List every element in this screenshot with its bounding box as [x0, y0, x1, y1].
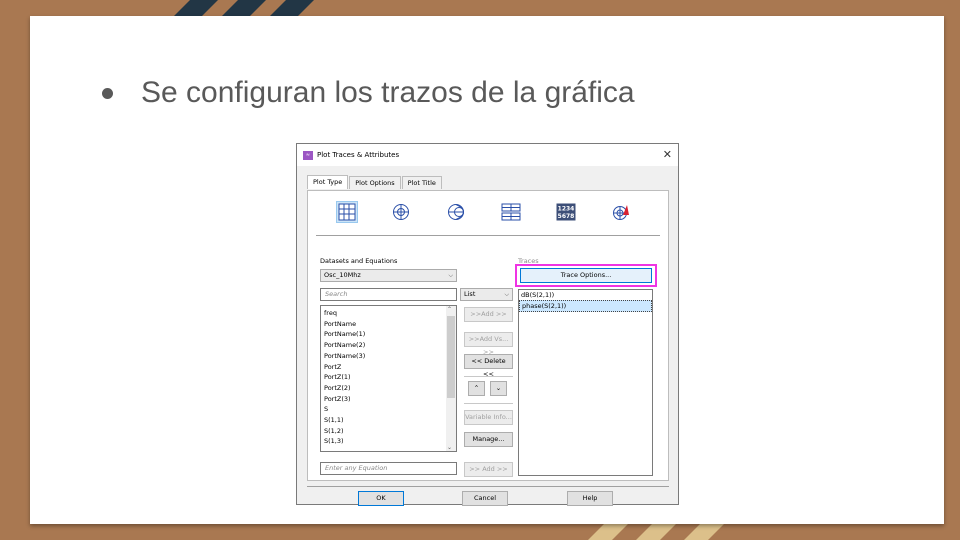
- add-vs-button[interactable]: >>Add Vs... >>: [464, 332, 513, 356]
- manage-button[interactable]: Manage...: [464, 432, 513, 447]
- delete-button[interactable]: << Delete <<: [464, 354, 513, 378]
- list-item[interactable]: PortZ: [321, 362, 456, 373]
- scroll-up-icon[interactable]: ⌃: [447, 306, 452, 313]
- button-divider: [464, 403, 513, 404]
- decor-stripe: [588, 524, 628, 540]
- footer-divider: [307, 486, 669, 487]
- bullet-dot: [102, 87, 113, 99]
- variables-list[interactable]: freq PortName PortName(1) PortName(2) Po…: [320, 305, 457, 452]
- datasets-label: Datasets and Equations: [320, 257, 398, 265]
- add-equation-button[interactable]: >> Add >>: [464, 462, 513, 477]
- list-item[interactable]: S(1,1): [321, 415, 456, 426]
- svg-text:1234: 1234: [558, 206, 575, 213]
- dialog-title: Plot Traces & Attributes: [317, 151, 400, 159]
- search-input[interactable]: Search: [320, 288, 457, 301]
- chevron-down-icon: ⌵: [448, 272, 453, 279]
- help-button[interactable]: Help: [567, 491, 613, 506]
- tab-plot-type[interactable]: Plot Type: [307, 175, 349, 189]
- cancel-button[interactable]: Cancel: [462, 491, 508, 506]
- close-icon[interactable]: ✕: [663, 148, 672, 161]
- dataset-select-value: Osc_10Mhz: [324, 271, 361, 279]
- button-divider: [464, 376, 513, 377]
- smith-chart-icon[interactable]: [445, 201, 467, 223]
- decor-stripe: [222, 0, 266, 16]
- list-item[interactable]: PortName(2): [321, 340, 456, 351]
- equation-input[interactable]: Enter any Equation: [320, 462, 457, 475]
- ok-button[interactable]: OK: [358, 491, 404, 506]
- traces-list[interactable]: dB(S(2,1)) phase(S(2,1)): [518, 289, 653, 476]
- decor-stripe: [684, 524, 724, 540]
- scroll-thumb[interactable]: [447, 316, 455, 398]
- plot-type-panel: 1234 5678 Datasets and Equations Osc_10Mh…: [307, 190, 669, 481]
- list-item[interactable]: PortZ(3): [321, 394, 456, 405]
- move-down-button[interactable]: ⌄: [490, 381, 507, 396]
- plot-type-icons: 1234 5678: [308, 201, 668, 229]
- slide: Se configuran los trazos de la gráfica ≈…: [30, 16, 944, 524]
- plot-traces-dialog: ≈ Plot Traces & Attributes ✕ Plot Type P…: [296, 143, 679, 506]
- list-item[interactable]: PortName: [321, 319, 456, 330]
- stacked-rectangular-icon[interactable]: [500, 201, 522, 223]
- list-item[interactable]: S(1,2): [321, 426, 456, 437]
- chevron-down-icon: ⌵: [504, 291, 509, 298]
- panel-divider: [316, 235, 660, 236]
- tab-bar: Plot Type Plot Options Plot Title: [307, 175, 443, 189]
- tab-plot-options[interactable]: Plot Options: [349, 176, 401, 189]
- list-item[interactable]: S: [321, 404, 456, 415]
- trace-options-highlight: [515, 264, 657, 287]
- trace-item[interactable]: dB(S(2,1)): [519, 290, 652, 300]
- trace-item-selected[interactable]: phase(S(2,1)): [519, 300, 652, 312]
- decor-stripe: [636, 524, 676, 540]
- list-item[interactable]: PortName(3): [321, 351, 456, 362]
- add-button[interactable]: >>Add >>: [464, 307, 513, 322]
- polar-plot-icon[interactable]: [390, 201, 412, 223]
- list-item[interactable]: PortName(1): [321, 329, 456, 340]
- list-item[interactable]: S(1,3): [321, 436, 456, 447]
- list-table-icon[interactable]: 1234 5678: [555, 201, 577, 223]
- chevron-down-icon: ⌄: [495, 384, 502, 392]
- chevron-up-icon: ⌃: [473, 384, 480, 392]
- variables-scrollbar[interactable]: ⌃ ⌄: [446, 306, 456, 451]
- bullet-line: Se configuran los trazos de la gráfica: [102, 76, 635, 110]
- move-up-button[interactable]: ⌃: [468, 381, 485, 396]
- antenna-plot-icon[interactable]: [610, 201, 632, 223]
- list-mode-value: List: [464, 290, 476, 298]
- list-mode-select[interactable]: List ⌵: [460, 288, 513, 301]
- dialog-titlebar: ≈ Plot Traces & Attributes: [297, 144, 678, 166]
- variable-info-button[interactable]: Variable Info...: [464, 410, 513, 425]
- list-item[interactable]: PortZ(1): [321, 372, 456, 383]
- decor-stripe: [270, 0, 314, 16]
- list-item[interactable]: PortZ(2): [321, 383, 456, 394]
- bullet-text: Se configuran los trazos de la gráfica: [141, 76, 635, 109]
- app-icon: ≈: [303, 150, 313, 160]
- list-item[interactable]: freq: [321, 308, 456, 319]
- rectangular-plot-icon[interactable]: [336, 201, 358, 223]
- dataset-select[interactable]: Osc_10Mhz ⌵: [320, 269, 457, 282]
- tab-plot-title[interactable]: Plot Title: [401, 176, 442, 189]
- scroll-down-icon[interactable]: ⌄: [447, 444, 452, 451]
- decor-stripe: [174, 0, 218, 16]
- svg-text:5678: 5678: [558, 213, 575, 220]
